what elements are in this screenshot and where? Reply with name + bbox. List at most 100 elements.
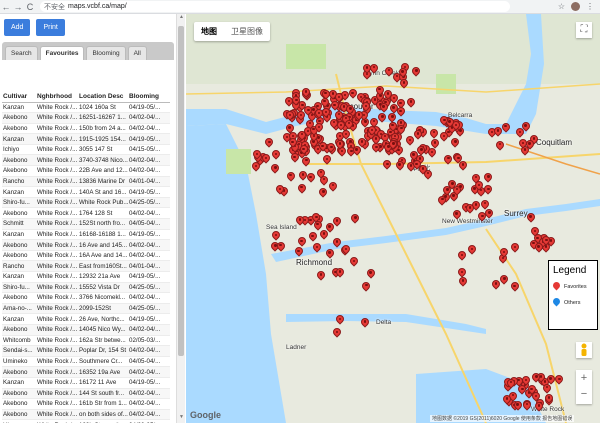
tab-blooming[interactable]: Blooming [86,46,126,60]
map-marker-pin[interactable] [331,326,343,339]
map-marker-pin[interactable] [321,153,333,166]
map-marker-pin[interactable] [412,128,424,141]
map-marker-pin[interactable] [295,109,307,122]
col-header-cultivar[interactable]: Cultivar [2,62,36,103]
map-marker-pin[interactable] [398,77,410,90]
map-marker-pin[interactable] [274,183,286,196]
map-marker-pin[interactable] [359,316,371,329]
map-marker-pin[interactable] [410,65,423,78]
col-header-location[interactable]: Location Desc [78,62,128,103]
map-marker-pin[interactable] [476,210,489,223]
map-marker-pin[interactable] [320,106,332,119]
map-marker-pin[interactable] [543,392,555,405]
map-marker-pin[interactable] [317,186,329,199]
back-icon[interactable]: ← [0,0,12,14]
map-marker-pin[interactable] [464,202,476,215]
map-marker-pin[interactable] [349,212,362,225]
map-marker-pin[interactable] [333,91,345,104]
map-attribution[interactable]: 地图数据 ©2019 GS(2011)6020 Google 使用条款 报告地图… [430,415,575,422]
profile-avatar[interactable] [571,2,580,11]
map-marker-pin[interactable] [490,278,502,291]
table-row[interactable]: Schmitt White Rock /... 152St north fro...… [2,218,170,230]
map-marker-pin[interactable] [508,280,521,293]
map-marker-pin[interactable] [306,230,319,243]
table-row[interactable]: Akebono White Rock /... 14045 Nico Wy... 04… [2,324,170,336]
col-header-neighbourhood[interactable]: Nghbrhood [36,62,78,103]
table-row[interactable]: Akebono White Rock /... 16 Ave and 145... 0… [2,239,170,251]
map-marker-pin[interactable] [370,141,383,154]
zoom-in-button[interactable]: + [576,370,592,386]
table-row[interactable]: Akebono White Rock /... 1764 128 St 04/02-0… [2,207,170,220]
address-bar[interactable]: 不安全 maps.vcbf.ca/map/ [40,1,510,12]
map-marker-pin[interactable] [334,138,346,151]
map-marker-pin[interactable] [334,313,346,326]
table-row[interactable]: Akebono White Rock /... 3740-3748 Nico... 0… [2,154,170,167]
map-marker-pin[interactable] [428,126,440,140]
map-marker-pin[interactable] [525,383,538,396]
map-marker-pin[interactable] [457,275,469,288]
map-marker-pin[interactable] [511,399,524,412]
map-marker-pin[interactable] [411,158,423,171]
map-marker-pin[interactable] [360,100,372,113]
map-marker-pin[interactable] [294,214,306,227]
map-marker-pin[interactable] [501,393,513,406]
table-row[interactable]: Shiro-fu... White Rock /... White Rock Pub… [2,197,170,209]
table-row[interactable]: Kanzan White Rock /... 1024 160a St 04/19-0… [2,102,170,114]
table-row[interactable]: Shiro-fu... White Rock /... 15552 Vista Dr… [2,282,170,294]
map-marker-pin[interactable] [302,104,315,117]
map-marker-pin[interactable] [373,83,386,97]
map-marker-pin[interactable] [404,134,416,147]
map-marker-pin[interactable] [436,193,449,207]
map-marker-pin[interactable] [377,101,390,114]
map-marker-pin[interactable] [269,162,282,175]
table-row[interactable]: Ama-no-... White Rock /... 2099-152St 04/25… [2,303,170,315]
table-row[interactable]: Kanzan White Rock /... 26 Ave, Northc... 04… [2,313,170,325]
map-marker-pin[interactable] [450,208,463,221]
map-marker-pin[interactable] [498,273,511,286]
map-marker-pin[interactable] [323,247,336,260]
map-marker-pin[interactable] [360,279,373,293]
map-marker-pin[interactable] [318,173,330,187]
fullscreen-icon[interactable]: ⛶ [576,22,592,38]
map-marker-pin[interactable] [451,183,463,197]
panel-scrollbar[interactable]: ▲ ▼ [176,14,185,423]
col-header-blooming[interactable]: Blooming [128,62,170,103]
map-marker-pin[interactable] [300,86,312,99]
map-marker-pin[interactable] [325,141,337,154]
map-marker-pin[interactable] [523,138,536,151]
table-row[interactable]: Kanzan White Rock /... 16168-16188 1... 04/… [2,229,170,241]
reload-icon[interactable]: C [24,0,36,14]
tab-favourites[interactable]: Favourites [39,46,85,60]
map-marker-pin[interactable] [311,241,323,254]
map-marker-pin[interactable] [310,211,323,224]
map-marker-pin[interactable] [284,169,297,183]
map-marker-pin[interactable] [348,255,360,268]
map-marker-pin[interactable] [494,138,506,152]
zoom-out-button[interactable]: − [576,386,592,402]
scroll-thumb[interactable] [178,26,184,356]
map-marker-pin[interactable] [368,115,380,129]
map-marker-pin[interactable] [498,246,510,259]
map-marker-pin[interactable] [492,125,504,138]
map-marker-pin[interactable] [331,215,343,228]
map-marker-pin[interactable] [553,373,566,386]
map-marker-pin[interactable] [346,87,359,100]
map-marker-pin[interactable] [438,130,450,143]
table-row[interactable]: Akebono White Rock /... 3766 Nicomekl... 04… [2,292,170,304]
map-marker-pin[interactable] [382,88,394,101]
map-marker-pin[interactable] [270,148,282,161]
map-marker-pin[interactable] [313,121,325,134]
map-marker-pin[interactable] [300,154,313,168]
map-marker-pin[interactable] [361,62,373,75]
map-marker-pin[interactable] [387,138,399,151]
map-marker-pin[interactable] [287,136,299,149]
map-type-satellite-button[interactable]: 卫星图像 [224,22,270,41]
map-marker-pin[interactable] [438,114,451,127]
map-marker-pin[interactable] [270,229,282,242]
map-marker-pin[interactable] [482,171,495,184]
map-marker-pin[interactable] [297,143,310,156]
map-marker-pin[interactable] [290,94,303,107]
table-row[interactable]: Rancho White Rock /... 13836 Marine Dr 04/0… [2,176,170,188]
table-row[interactable]: Rancho White Rock /... East from160St... 04… [2,260,170,272]
security-indicator[interactable]: 不安全 [44,2,65,12]
